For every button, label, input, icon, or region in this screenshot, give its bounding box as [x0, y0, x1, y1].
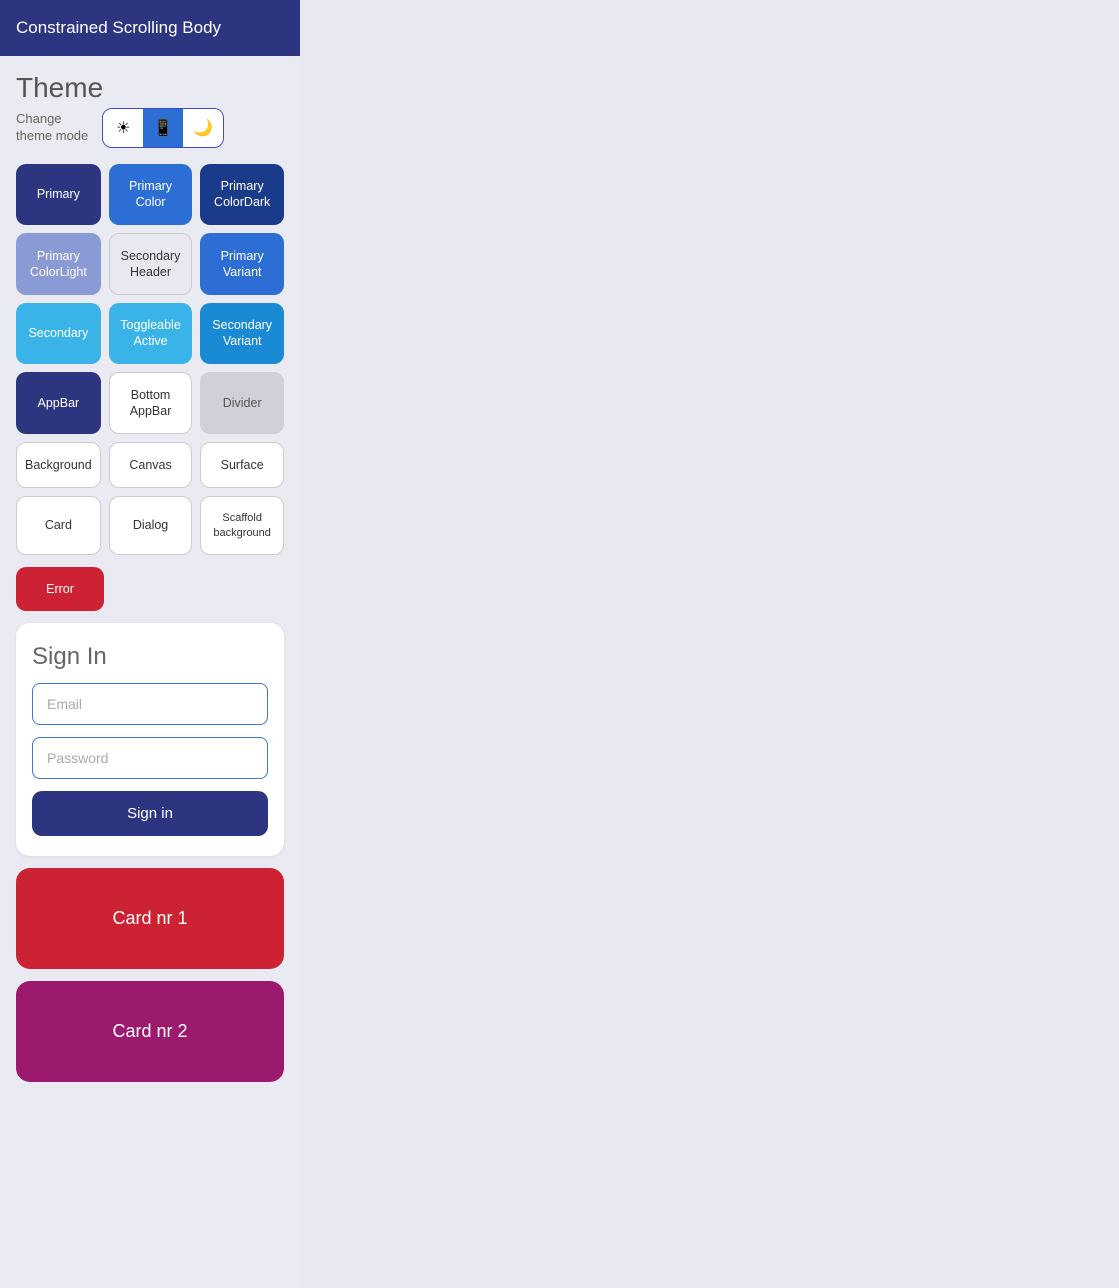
dark-mode-button[interactable]: 🌙 — [183, 109, 223, 147]
header-title: Constrained Scrolling Body — [16, 18, 221, 37]
primary-color-button[interactable]: Primary Color — [109, 164, 193, 225]
divider-button[interactable]: Divider — [200, 372, 284, 435]
canvas-button[interactable]: Canvas — [109, 442, 193, 488]
background-button[interactable]: Background — [16, 442, 101, 488]
toggleable-active-button[interactable]: Toggleable Active — [109, 303, 193, 364]
primary-colordark-button[interactable]: Primary ColorDark — [200, 164, 284, 225]
card-button[interactable]: Card — [16, 496, 101, 555]
appbar-button[interactable]: AppBar — [16, 372, 101, 435]
mobile-mode-button[interactable]: 📱 — [143, 109, 183, 147]
email-input[interactable] — [32, 683, 268, 725]
password-input[interactable] — [32, 737, 268, 779]
error-button[interactable]: Error — [16, 567, 104, 611]
theme-mode-row: Changetheme mode ☀ 📱 🌙 — [16, 108, 284, 148]
app-header: Constrained Scrolling Body — [0, 0, 300, 56]
primary-colorlight-button[interactable]: Primary ColorLight — [16, 233, 101, 296]
app-container: Constrained Scrolling Body Theme Changet… — [0, 0, 300, 1288]
dialog-button[interactable]: Dialog — [109, 496, 193, 555]
primary-variant-button[interactable]: Primary Variant — [200, 233, 284, 296]
bottom-appbar-button[interactable]: Bottom AppBar — [109, 372, 193, 435]
main-content: Theme Changetheme mode ☀ 📱 🌙 Primary Pri… — [0, 56, 300, 1098]
theme-mode-label: Changetheme mode — [16, 111, 88, 145]
card-nr2[interactable]: Card nr 2 — [16, 981, 284, 1082]
theme-title: Theme — [16, 72, 284, 104]
primary-button[interactable]: Primary — [16, 164, 101, 225]
sign-in-card: Sign In Sign in — [16, 623, 284, 856]
secondary-variant-button[interactable]: Secondary Variant — [200, 303, 284, 364]
sign-in-button[interactable]: Sign in — [32, 791, 268, 836]
scaffold-background-button[interactable]: Scaffold background — [200, 496, 284, 555]
sign-in-title: Sign In — [32, 643, 268, 671]
surface-button[interactable]: Surface — [200, 442, 284, 488]
card-nr1[interactable]: Card nr 1 — [16, 868, 284, 969]
color-buttons-grid: Primary Primary Color Primary ColorDark … — [16, 164, 284, 555]
theme-section: Theme Changetheme mode ☀ 📱 🌙 — [16, 72, 284, 152]
theme-toggle-group: ☀ 📱 🌙 — [102, 108, 224, 148]
secondary-button[interactable]: Secondary — [16, 303, 101, 364]
light-mode-button[interactable]: ☀ — [103, 109, 143, 147]
secondary-header-button[interactable]: Secondary Header — [109, 233, 193, 296]
